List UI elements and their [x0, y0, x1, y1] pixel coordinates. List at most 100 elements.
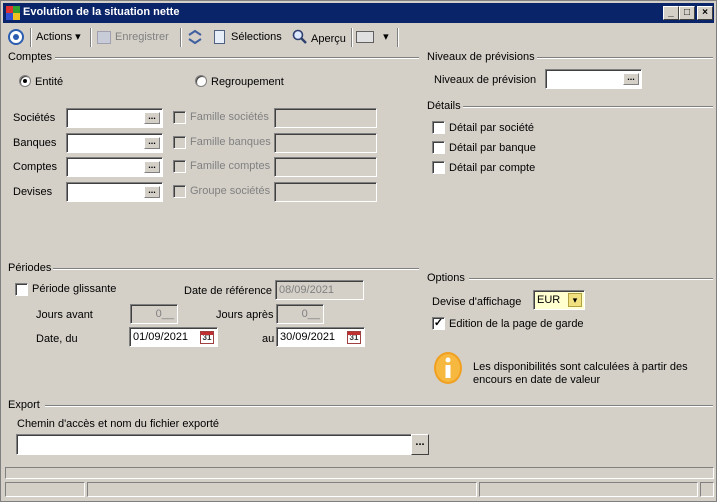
details-group-title: Détails	[427, 100, 461, 112]
entite-label: Entité	[35, 76, 64, 88]
societes-input[interactable]: ...	[66, 108, 163, 128]
famille-banques-checkbox[interactable]	[173, 136, 186, 149]
chevron-down-icon: ▾	[383, 31, 389, 43]
detail-societe-checkbox[interactable]	[432, 121, 445, 134]
societes-label: Sociétés	[13, 112, 56, 124]
detail-banque-label: Détail par banque	[449, 142, 536, 154]
selections-label: Sélections	[231, 31, 282, 43]
info-icon	[433, 351, 463, 385]
societes-browse-button[interactable]: ...	[144, 112, 160, 124]
printer-icon	[356, 31, 374, 44]
entite-radio[interactable]	[19, 75, 31, 87]
date-du-input[interactable]: 01/09/2021 31	[129, 327, 218, 347]
info-text-line1: Les disponibilités sont calculées à part…	[473, 361, 688, 373]
window-title: Evolution de la situation nette	[23, 6, 180, 18]
jours-avant-input[interactable]: 0__	[130, 304, 178, 324]
devises-browse-button[interactable]: ...	[144, 186, 160, 198]
calendar-icon[interactable]: 31	[200, 331, 214, 344]
browse-button[interactable]: ...	[411, 434, 429, 455]
calendar-icon[interactable]: 31	[347, 331, 361, 344]
save-icon	[97, 30, 111, 44]
selections-button[interactable]: Sélections	[214, 29, 282, 45]
divider	[463, 106, 713, 108]
famille-societes-label: Famille sociétés	[190, 111, 269, 123]
progress-bar	[5, 467, 714, 479]
detail-compte-checkbox[interactable]	[432, 161, 445, 174]
niveaux-input[interactable]: ...	[545, 69, 642, 89]
au-input[interactable]: 30/09/2021 31	[276, 327, 365, 347]
famille-banques-label: Famille banques	[190, 136, 271, 148]
status-panel	[479, 482, 698, 497]
apercu-button[interactable]: Aperçu	[292, 29, 346, 45]
famille-comptes-checkbox[interactable]	[173, 160, 186, 173]
toolbar-separator	[90, 28, 92, 47]
banques-browse-button[interactable]: ...	[144, 137, 160, 149]
divider	[45, 405, 713, 407]
maximize-button[interactable]: □	[679, 6, 695, 20]
periode-glissante-checkbox[interactable]	[15, 283, 28, 296]
banques-label: Banques	[13, 137, 57, 149]
title-bar[interactable]: Evolution de la situation nette _ □ ×	[3, 3, 714, 23]
chevron-down-icon[interactable]: ▾	[568, 293, 582, 307]
famille-comptes-input[interactable]	[274, 157, 377, 177]
actions-label: Actions	[36, 31, 73, 43]
periodes-group-title: Périodes	[8, 262, 52, 274]
detail-banque-checkbox[interactable]	[432, 141, 445, 154]
document-icon	[214, 30, 225, 45]
divider	[55, 57, 419, 59]
date-du-label: Date, du	[36, 333, 78, 345]
actions-menu-button[interactable]: Actions ▾	[36, 29, 81, 45]
status-panel	[5, 482, 85, 497]
regroupement-radio[interactable]	[195, 75, 207, 87]
status-panel	[87, 482, 477, 497]
chemin-label: Chemin d'accès et nom du fichier exporté	[17, 418, 220, 430]
divider	[469, 278, 713, 280]
comptes-group-title: Comptes	[8, 51, 53, 63]
comptes-input[interactable]: ...	[66, 157, 163, 177]
detail-societe-label: Détail par société	[449, 122, 534, 134]
edition-page-garde-label: Edition de la page de garde	[449, 318, 584, 330]
groupe-societes-label: Groupe sociétés	[190, 185, 271, 197]
comptes-browse-button[interactable]: ...	[144, 161, 160, 173]
devise-select[interactable]: EUR ▾	[533, 290, 585, 310]
apercu-label: Aperçu	[311, 32, 346, 45]
resize-grip[interactable]	[700, 482, 714, 497]
jours-avant-label: Jours avant	[36, 309, 93, 321]
options-group-title: Options	[427, 272, 465, 284]
edition-page-garde-checkbox[interactable]: ✓	[432, 317, 445, 330]
magnifier-icon	[292, 29, 307, 49]
toolbar-separator	[180, 28, 182, 47]
devises-label: Devises	[13, 186, 53, 198]
famille-comptes-label: Famille comptes	[190, 160, 271, 172]
toolbar-separator	[351, 28, 353, 47]
close-button[interactable]: ×	[697, 6, 713, 20]
groupe-societes-input[interactable]	[274, 182, 377, 202]
enregistrer-button[interactable]: Enregistrer	[97, 29, 169, 45]
devises-input[interactable]: ...	[66, 182, 163, 202]
divider	[537, 57, 713, 59]
minimize-button[interactable]: _	[663, 6, 679, 20]
export-group-title: Export	[8, 399, 40, 411]
jours-apres-label: Jours après	[216, 309, 274, 321]
main-window: Evolution de la situation nette _ □ × Ac…	[0, 0, 717, 502]
refresh-icon[interactable]	[187, 29, 203, 45]
comptes-label: Comptes	[13, 161, 58, 173]
niveaux-browse-button[interactable]: ...	[623, 73, 639, 85]
chevron-down-icon: ▾	[75, 31, 81, 43]
niveaux-label: Niveaux de prévision	[434, 74, 537, 86]
info-text-line2: encours en date de valeur	[473, 374, 601, 386]
famille-societes-checkbox[interactable]	[173, 111, 186, 124]
devise-label: Devise d'affichage	[432, 296, 522, 308]
groupe-societes-checkbox[interactable]	[173, 185, 186, 198]
regroupement-label: Regroupement	[211, 76, 284, 88]
famille-banques-input[interactable]	[274, 133, 377, 153]
au-label: au	[262, 333, 275, 345]
famille-societes-input[interactable]	[274, 108, 377, 128]
divider	[53, 268, 419, 270]
target-icon[interactable]	[7, 28, 25, 45]
chemin-input[interactable]	[16, 434, 412, 455]
banques-input[interactable]: ...	[66, 133, 163, 153]
date-reference-input[interactable]: 08/09/2021	[275, 280, 364, 300]
jours-apres-input[interactable]: 0__	[276, 304, 324, 324]
print-button[interactable]: ▾	[356, 29, 389, 45]
